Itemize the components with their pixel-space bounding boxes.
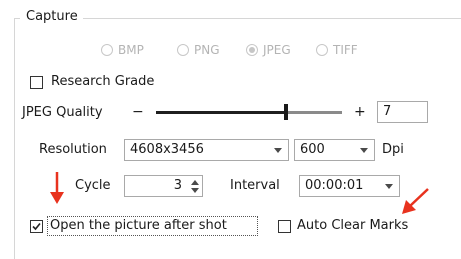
resolution-label: Resolution	[39, 142, 107, 157]
open-after-shot-checkbox[interactable]	[30, 220, 43, 233]
jpeg-quality-slider-fill	[156, 111, 286, 114]
radio-tiff-label: TIFF	[333, 43, 358, 57]
checkmark-icon	[32, 222, 41, 231]
radio-bmp[interactable]: BMP	[101, 41, 144, 59]
radio-bmp-label: BMP	[118, 43, 144, 57]
dpi-select[interactable]: 600	[294, 139, 375, 161]
annotation-arrow-icon	[402, 188, 429, 214]
resolution-size-value: 4608x3456	[130, 142, 204, 157]
chevron-down-icon	[360, 148, 368, 153]
auto-clear-marks-checkbox[interactable]	[278, 220, 291, 233]
cycle-label: Cycle	[75, 178, 111, 193]
jpeg-quality-label: JPEG Quality	[22, 105, 103, 120]
dpi-value: 600	[300, 142, 325, 157]
open-after-shot-label[interactable]: Open the picture after shot	[50, 217, 227, 235]
quality-increase-button[interactable]: +	[354, 103, 366, 121]
capture-group-title: Capture	[20, 8, 83, 25]
radio-jpeg-indicator	[246, 44, 258, 56]
radio-tiff[interactable]: TIFF	[316, 41, 358, 59]
interval-value: 00:00:01	[305, 178, 364, 193]
chevron-down-icon	[274, 148, 282, 153]
cycle-value: 3	[173, 178, 182, 193]
radio-bmp-indicator	[101, 44, 113, 56]
jpeg-quality-input[interactable]: 7	[377, 101, 428, 123]
quality-decrease-button[interactable]: −	[132, 103, 144, 121]
radio-jpeg-label: JPEG	[263, 43, 291, 57]
cycle-spinbox[interactable]: 3	[124, 175, 203, 197]
dpi-unit-label: Dpi	[382, 142, 404, 157]
annotation-arrow-icon	[50, 172, 64, 204]
radio-jpeg[interactable]: JPEG	[246, 41, 291, 59]
radio-png-label: PNG	[194, 43, 220, 57]
auto-clear-marks-label[interactable]: Auto Clear Marks	[297, 217, 408, 235]
radio-tiff-indicator	[316, 44, 328, 56]
jpeg-quality-slider-track[interactable]	[156, 111, 342, 114]
chevron-down-icon	[385, 184, 393, 189]
radio-png[interactable]: PNG	[177, 41, 220, 59]
interval-label: Interval	[230, 178, 280, 193]
research-grade-checkbox[interactable]	[30, 76, 43, 89]
spin-arrows-icon[interactable]	[190, 178, 199, 194]
research-grade-label: Research Grade	[51, 74, 155, 89]
radio-png-indicator	[177, 44, 189, 56]
jpeg-quality-slider-thumb[interactable]	[284, 104, 288, 120]
resolution-size-select[interactable]: 4608x3456	[124, 139, 289, 161]
interval-select[interactable]: 00:00:01	[299, 175, 400, 197]
